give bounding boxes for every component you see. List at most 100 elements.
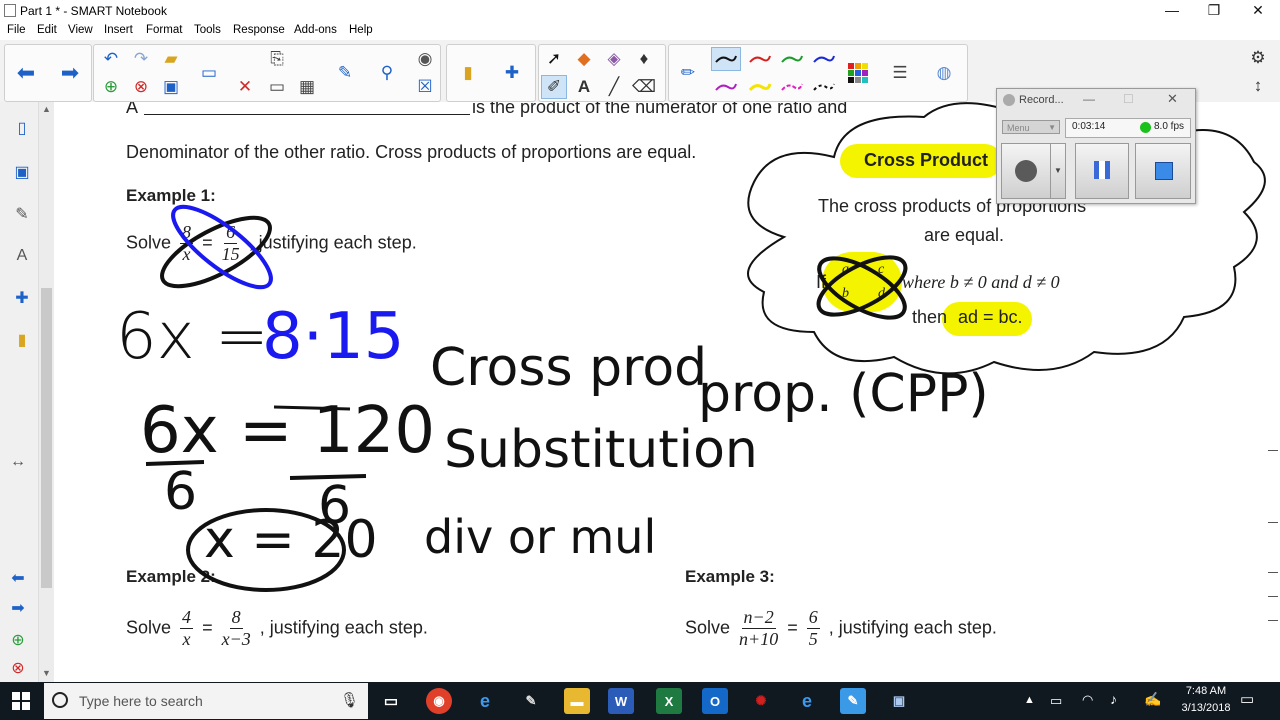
eraser-shape-icon[interactable]: ◈ — [601, 47, 627, 71]
paint-icon[interactable]: ✎ — [518, 688, 544, 714]
save-icon[interactable]: ▣ — [158, 75, 184, 99]
recorder-menu-dropdown[interactable]: Menu ▼ — [1002, 120, 1060, 134]
display-icon[interactable]: ▭ — [264, 75, 290, 99]
menu-help[interactable]: Help — [349, 24, 373, 36]
pen-style-red[interactable] — [745, 47, 775, 71]
record-button[interactable] — [1001, 143, 1051, 199]
open-folder-icon[interactable]: ▰ — [158, 47, 184, 71]
microphone-icon[interactable]: 🎙 — [340, 691, 359, 709]
vertical-scrollbar[interactable]: ▲ ▼ — [38, 102, 55, 682]
properties-icon[interactable]: A — [9, 242, 35, 270]
pen-icon[interactable]: ✏ — [675, 61, 701, 85]
add-page-icon[interactable]: ⊕ — [98, 75, 124, 99]
chrome-icon[interactable]: ◉ — [426, 688, 452, 714]
clock-date[interactable]: 3/13/2018 — [1170, 702, 1242, 714]
sidebar-previous-icon[interactable]: ⬅ — [5, 564, 31, 592]
stop-button[interactable] — [1135, 143, 1191, 199]
settings-gear-icon[interactable]: ⚙ — [1245, 46, 1271, 70]
outlook-icon[interactable]: O — [702, 688, 728, 714]
sidebar-next-icon[interactable]: ➡ — [5, 594, 31, 622]
recorder-maximize-button[interactable]: ☐ — [1123, 92, 1134, 106]
maximize-button[interactable]: ❐ — [1192, 0, 1236, 22]
addon-puzzle-icon[interactable]: ✚ — [499, 61, 525, 85]
minimize-button[interactable]: — — [1150, 0, 1194, 22]
pen-style-green[interactable] — [777, 47, 807, 71]
word-icon[interactable]: W — [608, 688, 634, 714]
previous-page-icon[interactable]: ⬅ — [13, 60, 39, 85]
menu-addons[interactable]: Add-ons — [294, 24, 337, 36]
fill-icon[interactable]: ♦ — [631, 47, 657, 71]
scroll-up-icon[interactable]: ▲ — [42, 104, 51, 114]
sidebar-delete-page-icon[interactable]: ⊗ — [5, 654, 31, 682]
menu-format[interactable]: Format — [146, 24, 182, 36]
addons-tab-icon[interactable]: ✚ — [9, 284, 35, 312]
taskbar-search-box[interactable]: Type here to search 🎙 — [44, 683, 368, 719]
edge-legacy-icon[interactable]: e — [472, 688, 498, 714]
pen-tool-icon[interactable]: ✐ — [541, 75, 567, 99]
move-toolbar-icon[interactable]: ↕ — [1245, 74, 1271, 98]
transparency-icon[interactable]: ◍ — [931, 61, 957, 85]
clear-ink-icon[interactable]: ✎ — [332, 61, 358, 85]
pen-style-black-selected[interactable] — [711, 47, 741, 71]
menu-file[interactable]: File — [7, 24, 26, 36]
menu-response[interactable]: Response — [233, 24, 285, 36]
scrollbar-thumb[interactable] — [41, 288, 52, 588]
magnifier-icon[interactable]: ◉ — [412, 47, 438, 71]
windows-start-icon[interactable] — [12, 692, 30, 710]
resize-panel-icon[interactable]: ↔ — [5, 448, 31, 476]
record-options-dropdown[interactable]: ▼ — [1050, 143, 1066, 199]
pen-style-blue[interactable] — [809, 47, 839, 71]
line-thickness-icon[interactable]: ☰ — [887, 61, 913, 85]
line-tool-icon[interactable]: ╱ — [601, 75, 627, 99]
recorder-close-button[interactable]: ✕ — [1167, 91, 1178, 107]
delete-page-icon[interactable]: ⊗ — [128, 75, 154, 99]
paste-icon[interactable]: ⎘ — [264, 47, 290, 71]
edge-icon[interactable]: e — [794, 688, 820, 714]
response-tab-icon[interactable]: ▮ — [9, 326, 35, 354]
undo-icon[interactable]: ↶ — [98, 47, 124, 71]
wifi-icon[interactable]: ◠ — [1082, 692, 1093, 708]
task-view-icon[interactable]: ▭ — [378, 688, 404, 714]
battery-icon[interactable]: ▭ — [1050, 693, 1062, 709]
shapes-icon[interactable]: ◆ — [571, 47, 597, 71]
smart-notebook-taskbar-icon[interactable]: ✎ — [840, 688, 866, 714]
close-button[interactable]: ✕ — [1236, 0, 1280, 22]
sidebar-add-page-icon[interactable]: ⊕ — [5, 626, 31, 654]
recorder-taskbar-icon[interactable]: ▣ — [886, 688, 912, 714]
volume-icon[interactable]: ♪ — [1110, 691, 1117, 707]
text-tool-icon[interactable]: A — [571, 75, 597, 99]
scroll-down-icon[interactable]: ▼ — [42, 668, 51, 678]
pen-style-yellow[interactable] — [745, 75, 775, 99]
menu-view[interactable]: View — [68, 24, 93, 36]
close-tool-icon[interactable]: ☒ — [412, 75, 438, 99]
excel-icon[interactable]: X — [656, 688, 682, 714]
action-center-icon[interactable]: ▭ — [1240, 690, 1254, 708]
show-hidden-icons-chevron-icon[interactable]: ▲ — [1024, 694, 1035, 706]
table-icon[interactable]: ▦ — [294, 75, 320, 99]
recorder-minimize-button[interactable]: — — [1083, 92, 1095, 106]
clock-time[interactable]: 7:48 AM — [1170, 685, 1242, 697]
pause-button[interactable] — [1075, 143, 1129, 199]
page-sorter-icon[interactable]: ▯ — [9, 114, 35, 142]
menu-tools[interactable]: Tools — [194, 24, 221, 36]
redo-icon[interactable]: ↷ — [128, 47, 154, 71]
media-app-icon[interactable]: ✺ — [748, 688, 774, 714]
pen-style-purple[interactable] — [711, 75, 741, 99]
response-icon[interactable]: ▮ — [455, 61, 481, 85]
recorder-window[interactable]: Record... — ☐ ✕ Menu ▼ 0:03:14 8.0 fps ▼ — [996, 88, 1196, 204]
pen-style-dashed[interactable] — [809, 75, 839, 99]
next-page-icon[interactable]: ➡ — [57, 60, 83, 85]
color-palette-icon[interactable] — [845, 61, 871, 85]
screen-shade-icon[interactable]: ▭ — [196, 61, 222, 85]
eraser-icon[interactable]: ⌫ — [631, 75, 657, 99]
delete-icon[interactable]: ✕ — [232, 75, 258, 99]
document-camera-icon[interactable]: ⚲ — [374, 61, 400, 85]
file-explorer-icon[interactable]: ▬ — [564, 688, 590, 714]
pen-style-magenta[interactable] — [777, 75, 807, 99]
select-arrow-icon[interactable]: ➚ — [541, 47, 567, 71]
gallery-icon[interactable]: ▣ — [9, 158, 35, 186]
pen-workspace-icon[interactable]: ✍ — [1144, 691, 1161, 708]
menu-edit[interactable]: Edit — [37, 24, 57, 36]
attachments-icon[interactable]: ✎ — [9, 200, 35, 228]
menu-insert[interactable]: Insert — [104, 24, 133, 36]
